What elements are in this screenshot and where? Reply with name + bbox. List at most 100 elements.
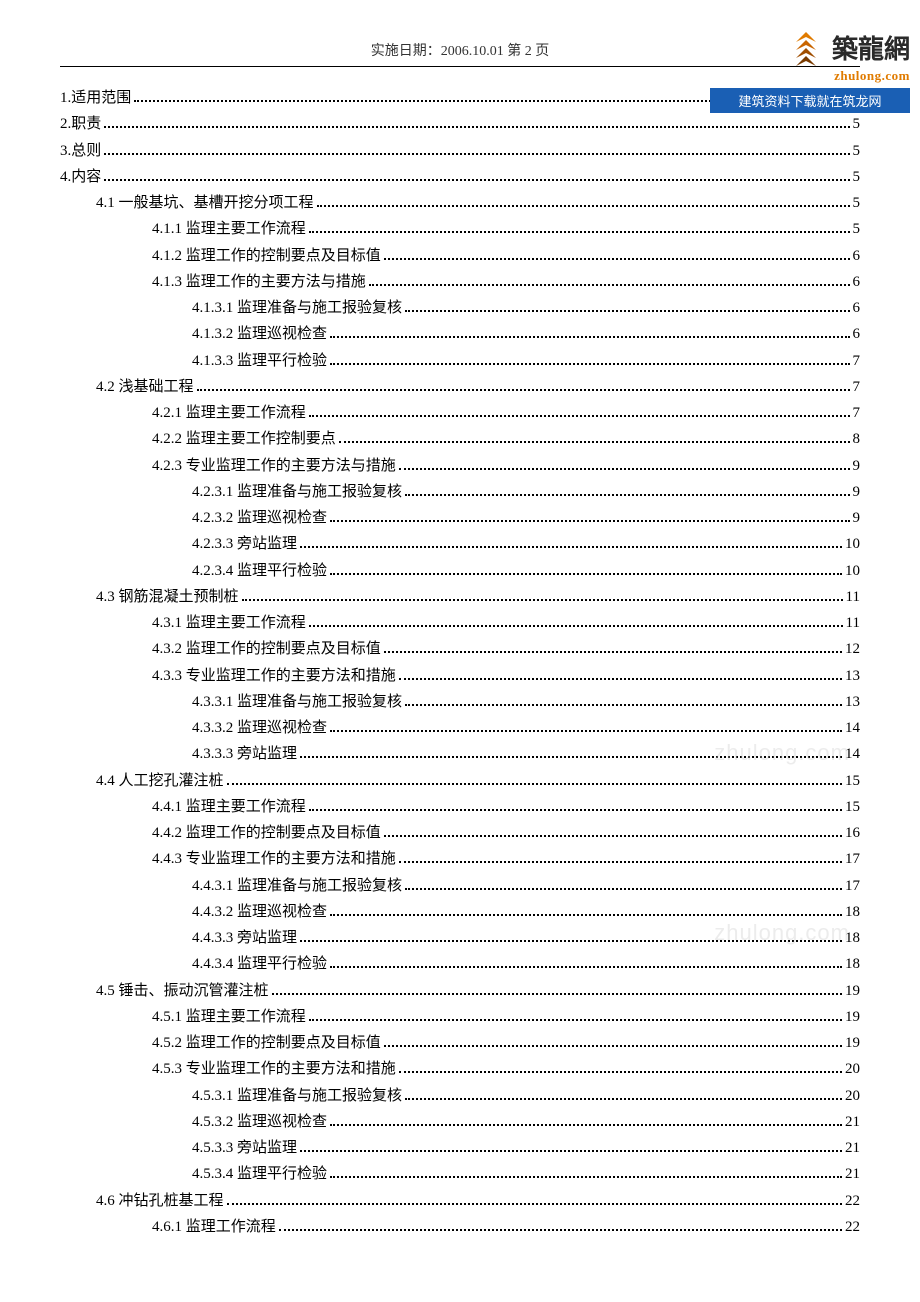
toc-entry[interactable]: 4.4.3.2 监理巡视检查18 (60, 899, 860, 925)
toc-page-number: 5 (853, 190, 861, 216)
toc-leader-dots (384, 258, 850, 260)
toc-label: 4.5.2 监理工作的控制要点及目标值 (152, 1030, 381, 1056)
toc-entry[interactable]: 4.2.2 监理主要工作控制要点8 (60, 426, 860, 452)
toc-entry[interactable]: 4.6.1 监理工作流程22 (60, 1214, 860, 1240)
toc-leader-dots (279, 1229, 842, 1231)
toc-label: 4.3.3.2 监理巡视检查 (192, 715, 327, 741)
toc-page-number: 19 (845, 1004, 860, 1030)
logo-icon (786, 30, 826, 70)
toc-entry[interactable]: 4.6 冲钻孔桩基工程22 (60, 1188, 860, 1214)
toc-page-number: 12 (845, 636, 860, 662)
toc-page-number: 9 (853, 453, 861, 479)
toc-entry[interactable]: 4.3.3.1 监理准备与施工报验复核13 (60, 689, 860, 715)
toc-leader-dots (104, 126, 849, 128)
toc-entry[interactable]: 4.4.3.4 监理平行检验18 (60, 951, 860, 977)
toc-entry[interactable]: 4.1.3.1 监理准备与施工报验复核6 (60, 295, 860, 321)
toc-leader-dots (104, 179, 849, 181)
toc-entry[interactable]: 2.职责5 (60, 111, 860, 137)
toc-entry[interactable]: 3.总则5 (60, 138, 860, 164)
toc-leader-dots (309, 809, 842, 811)
toc-label: 4.1.3.3 监理平行检验 (192, 348, 327, 374)
toc-leader-dots (330, 966, 842, 968)
toc-leader-dots (339, 441, 850, 443)
toc-entry[interactable]: 4.5.3.2 监理巡视检查21 (60, 1109, 860, 1135)
toc-page-number: 20 (845, 1056, 860, 1082)
toc-page-number: 6 (853, 243, 861, 269)
toc-label: 2.职责 (60, 111, 101, 137)
toc-label: 4.1.3.2 监理巡视检查 (192, 321, 327, 347)
toc-page-number: 11 (846, 584, 860, 610)
toc-label: 3.总则 (60, 138, 101, 164)
toc-page-number: 9 (853, 505, 861, 531)
toc-page-number: 15 (845, 768, 860, 794)
toc-entry[interactable]: 4.1.3.2 监理巡视检查6 (60, 321, 860, 347)
toc-entry[interactable]: 4.2.3.3 旁站监理10 (60, 531, 860, 557)
toc-label: 4.5.1 监理主要工作流程 (152, 1004, 306, 1030)
toc-leader-dots (399, 861, 842, 863)
toc-entry[interactable]: 4.2 浅基础工程 7 (60, 374, 860, 400)
toc-page-number: 5 (853, 164, 861, 190)
toc-entry[interactable]: 4.5.3.4 监理平行检验21 (60, 1161, 860, 1187)
toc-page-number: 7 (853, 400, 861, 426)
toc-page-number: 7 (853, 374, 861, 400)
toc-label: 4.4.3.3 旁站监理 (192, 925, 297, 951)
toc-leader-dots (300, 756, 842, 758)
document-page: 築龍網 zhulong.com 建筑资料下载就在筑龙网 实施日期：2006.10… (0, 0, 920, 1300)
toc-entry[interactable]: 4.2.3.2 监理巡视检查9 (60, 505, 860, 531)
toc-leader-dots (300, 546, 842, 548)
toc-entry[interactable]: 4.5.3.3 旁站监理21 (60, 1135, 860, 1161)
toc-entry[interactable]: 4.5.1 监理主要工作流程 19 (60, 1004, 860, 1030)
toc-entry[interactable]: 4.3 钢筋混凝土预制桩11 (60, 584, 860, 610)
toc-entry[interactable]: 4.4.3.3 旁站监理 18 (60, 925, 860, 951)
toc-page-number: 13 (845, 663, 860, 689)
toc-entry[interactable]: 4.4.2 监理工作的控制要点及目标值16 (60, 820, 860, 846)
toc-leader-dots (317, 205, 850, 207)
toc-page-number: 15 (845, 794, 860, 820)
toc-page-number: 17 (845, 846, 860, 872)
toc-label: 4.5.3.4 监理平行检验 (192, 1161, 327, 1187)
toc-entry[interactable]: 4.3.3 专业监理工作的主要方法和措施13 (60, 663, 860, 689)
toc-leader-dots (104, 153, 849, 155)
toc-entry[interactable]: 4.3.3.2 监理巡视检查14 (60, 715, 860, 741)
toc-entry[interactable]: 4.2.3 专业监理工作的主要方法与措施9 (60, 453, 860, 479)
toc-page-number: 18 (845, 951, 860, 977)
toc-label: 4.4.3 专业监理工作的主要方法和措施 (152, 846, 396, 872)
toc-entry[interactable]: 4.1.2 监理工作的控制要点及目标值6 (60, 243, 860, 269)
toc-entry[interactable]: 4.4.1 监理主要工作流程15 (60, 794, 860, 820)
toc-page-number: 19 (845, 978, 860, 1004)
toc-leader-dots (242, 599, 843, 601)
toc-page-number: 9 (853, 479, 861, 505)
toc-label: 4.5 锤击、振动沉管灌注桩 (96, 978, 269, 1004)
toc-entry[interactable]: 4.5.3 专业监理工作的主要方法和措施20 (60, 1056, 860, 1082)
toc-entry[interactable]: 4.5.3.1 监理准备与施工报验复核20 (60, 1083, 860, 1109)
toc-entry[interactable]: 4.4.3 专业监理工作的主要方法和措施 17 (60, 846, 860, 872)
toc-entry[interactable]: 4.2.3.4 监理平行检验10 (60, 558, 860, 584)
toc-entry[interactable]: 4.1.1 监理主要工作流程5 (60, 216, 860, 242)
toc-page-number: 8 (853, 426, 861, 452)
toc-entry[interactable]: 4.3.3.3 旁站监理14 (60, 741, 860, 767)
toc-entry[interactable]: 4.1.3 监理工作的主要方法与措施6 (60, 269, 860, 295)
toc-entry[interactable]: 4.1.3.3 监理平行检验 7 (60, 348, 860, 374)
toc-page-number: 18 (845, 925, 860, 951)
toc-entry[interactable]: 4.1 一般基坑、基槽开挖分项工程5 (60, 190, 860, 216)
toc-entry[interactable]: 4.3.1 监理主要工作流程11 (60, 610, 860, 636)
toc-entry[interactable]: 4.4.3.1 监理准备与施工报验复核17 (60, 873, 860, 899)
toc-label: 4.5.3.3 旁站监理 (192, 1135, 297, 1161)
toc-entry[interactable]: 4.5.2 监理工作的控制要点及目标值19 (60, 1030, 860, 1056)
toc-leader-dots (405, 1098, 842, 1100)
toc-page-number: 5 (853, 216, 861, 242)
toc-entry[interactable]: 4.3.2 监理工作的控制要点及目标值12 (60, 636, 860, 662)
toc-entry[interactable]: 4.内容5 (60, 164, 860, 190)
toc-leader-dots (405, 888, 842, 890)
logo-top-row: 築龍網 (710, 30, 910, 70)
toc-entry[interactable]: 4.5 锤击、振动沉管灌注桩 19 (60, 978, 860, 1004)
toc-page-number: 7 (853, 348, 861, 374)
toc-label: 4.2 浅基础工程 (96, 374, 194, 400)
toc-entry[interactable]: 4.4 人工挖孔灌注桩15 (60, 768, 860, 794)
toc-page-number: 6 (853, 269, 861, 295)
toc-page-number: 10 (845, 531, 860, 557)
toc-leader-dots (309, 625, 843, 627)
toc-entry[interactable]: 4.2.1 监理主要工作流程7 (60, 400, 860, 426)
toc-entry[interactable]: 4.2.3.1 监理准备与施工报验复核9 (60, 479, 860, 505)
toc-label: 4.6.1 监理工作流程 (152, 1214, 276, 1240)
